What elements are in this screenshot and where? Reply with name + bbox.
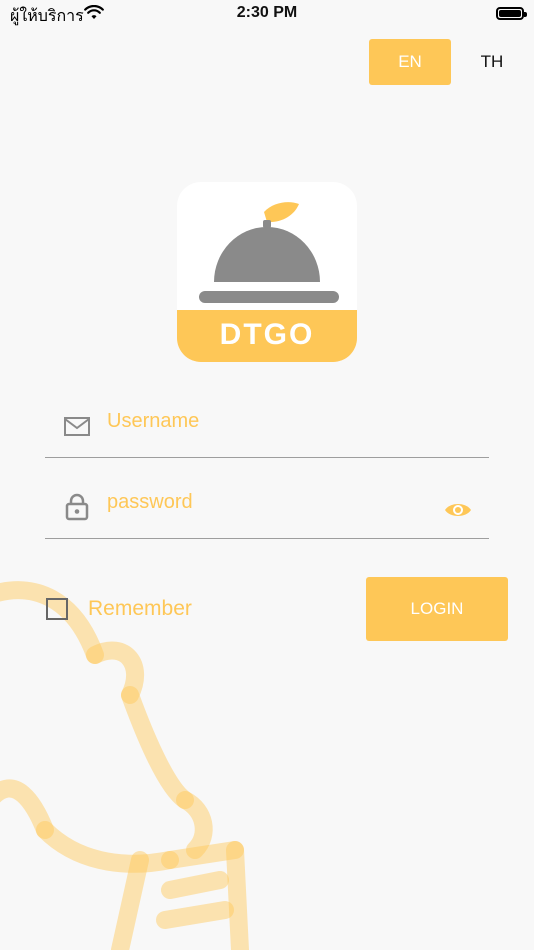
status-time: 2:30 PM xyxy=(236,4,298,21)
remember-label[interactable]: Remember xyxy=(88,597,192,621)
login-button[interactable]: LOGIN xyxy=(366,577,508,641)
logo-text: DTGO xyxy=(220,318,315,351)
remember-checkbox[interactable] xyxy=(46,598,68,620)
password-input[interactable]: password xyxy=(107,491,193,514)
mail-icon xyxy=(64,417,90,436)
eye-icon[interactable] xyxy=(443,498,473,522)
battery-icon xyxy=(496,7,527,20)
lock-icon xyxy=(65,493,89,521)
language-th-button[interactable]: TH xyxy=(456,39,528,85)
cloche-logo-graphic: DTGO xyxy=(177,202,357,362)
language-en-button[interactable]: EN xyxy=(369,39,451,85)
app-logo: DTGO xyxy=(177,182,357,362)
username-input[interactable]: Username xyxy=(107,410,199,433)
username-field[interactable]: Username xyxy=(45,397,489,458)
password-field[interactable]: password xyxy=(45,478,489,539)
